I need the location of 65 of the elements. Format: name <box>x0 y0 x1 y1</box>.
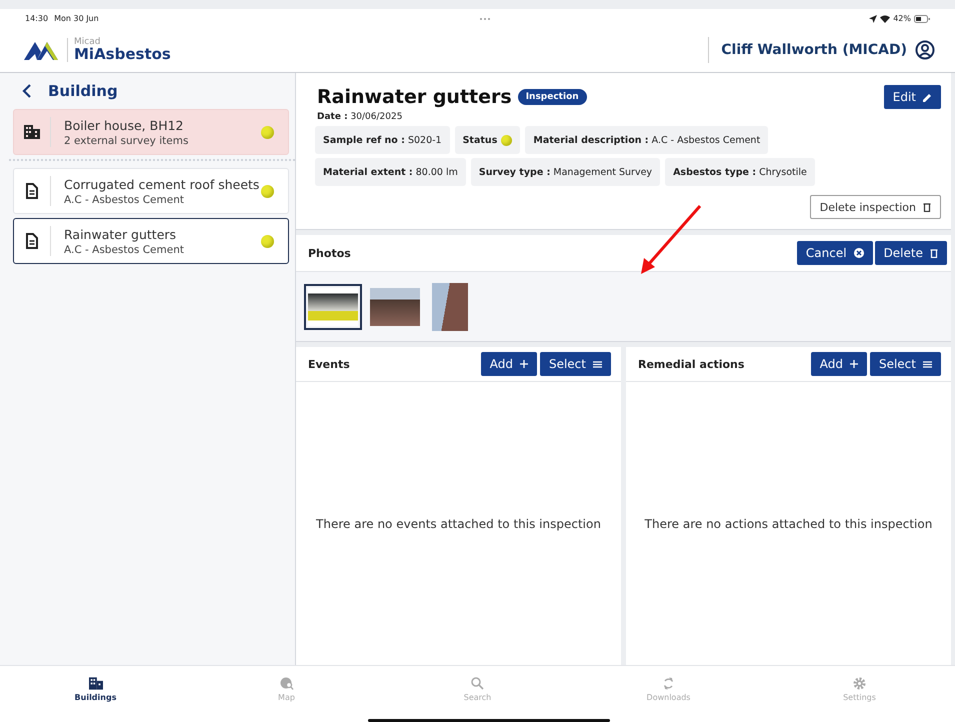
sidebar-item[interactable]: Boiler house, BH12 2 external survey items <box>13 109 289 155</box>
field-chip: Status <box>454 126 520 154</box>
item-title: Corrugated cement roof sheets <box>64 176 260 192</box>
list-icon <box>593 360 602 368</box>
panel-title: Remedial actions <box>638 358 744 370</box>
panel-title: Events <box>308 358 350 370</box>
add-button[interactable]: Add <box>480 352 537 376</box>
empty-message: There are no actions attached to this inspection <box>644 516 932 530</box>
select-button[interactable]: Select <box>870 352 941 376</box>
document-icon <box>26 183 38 199</box>
field-chip: Material description : A.C - Asbestos Cement <box>525 126 768 154</box>
annotation-arrow <box>640 205 702 275</box>
status-time: 14:30 <box>25 14 48 23</box>
inspection-title: Rainwater gutters <box>317 86 512 108</box>
item-subtitle: A.C - Asbestos Cement <box>64 244 185 256</box>
location-arrow-icon <box>869 14 878 22</box>
field-chip: Material extent : 80.00 lm <box>315 158 466 186</box>
photo-placeholder <box>370 288 420 326</box>
delete-inspection-button[interactable]: Delete inspection <box>810 195 941 219</box>
globe-search-icon <box>280 676 294 690</box>
user-name[interactable]: Cliff Wallworth (MICAD) <box>721 42 907 58</box>
tab-item[interactable]: Buildings <box>0 666 191 712</box>
plus-icon <box>850 360 858 368</box>
cancel-button[interactable]: Cancel <box>796 241 873 265</box>
sidebar-item[interactable]: Rainwater gutters A.C - Asbestos Cement <box>13 218 289 264</box>
inspection-badge: Inspection <box>518 89 587 105</box>
list-icon <box>923 360 932 368</box>
empty-message: There are no events attached to this inspection <box>316 516 601 530</box>
inspection-date: Date : 30/06/2025 <box>317 112 404 122</box>
item-subtitle: A.C - Asbestos Cement <box>64 194 185 206</box>
wifi-icon <box>880 14 890 22</box>
sidebar-item[interactable]: Corrugated cement roof sheets A.C - Asbestos Cement <box>13 168 289 214</box>
back-chevron-icon[interactable] <box>22 84 32 98</box>
field-chip: Asbestos type : Chrysotile <box>665 158 815 186</box>
pencil-icon <box>923 92 932 102</box>
settings-icon <box>853 676 866 690</box>
field-chip: Survey type : Management Survey <box>470 158 660 186</box>
trash-icon <box>930 248 938 258</box>
field-chip: Sample ref no : S020-1 <box>315 126 450 154</box>
delete-button[interactable]: Delete <box>874 241 947 265</box>
user-profile-icon[interactable] <box>915 40 935 60</box>
plus-icon <box>520 360 528 368</box>
photo-placeholder <box>308 288 358 326</box>
building-icon <box>88 676 102 690</box>
close-icon <box>854 248 864 258</box>
trash-icon <box>923 202 931 212</box>
item-subtitle: 2 external survey items <box>64 134 190 146</box>
photos-title: Photos <box>308 246 351 260</box>
select-button[interactable]: Select <box>540 352 611 376</box>
battery-icon <box>914 14 930 22</box>
status-date: Mon 30 Jun <box>54 14 99 23</box>
photo-thumbnail[interactable] <box>304 284 362 330</box>
building-icon <box>24 125 40 139</box>
brand-label: Micad <box>74 38 102 47</box>
battery-percent: 42% <box>893 14 911 23</box>
sidebar-title: Building <box>48 82 118 100</box>
app-name: MiAsbestos <box>74 47 171 62</box>
edit-button[interactable]: Edit <box>884 85 941 109</box>
refresh-icon <box>663 676 674 690</box>
add-button[interactable]: Add <box>810 352 867 376</box>
item-title: Rainwater gutters <box>64 226 178 242</box>
photo-placeholder <box>432 282 468 330</box>
search-icon <box>471 676 484 690</box>
item-title: Boiler house, BH12 <box>64 118 184 132</box>
document-icon <box>26 233 38 249</box>
